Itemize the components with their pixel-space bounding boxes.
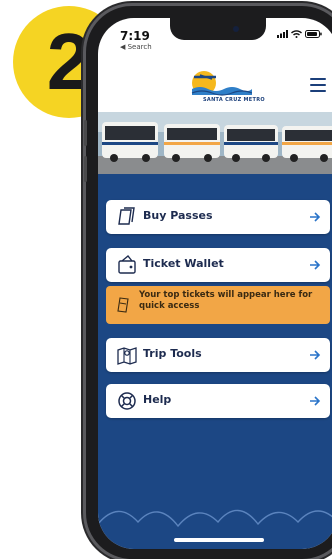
phone-side-button <box>84 156 87 182</box>
phone-notch <box>170 18 266 40</box>
help-label: Help <box>143 393 172 406</box>
home-indicator[interactable] <box>174 538 264 542</box>
wallet-icon <box>118 255 136 274</box>
map-icon <box>117 347 137 365</box>
ticket-icon <box>118 207 135 225</box>
wave-decoration <box>98 509 332 528</box>
battery-icon <box>305 30 322 38</box>
bus-fleet-photo <box>98 112 332 174</box>
ticket-wallet-label: Ticket Wallet <box>143 257 224 270</box>
help-button[interactable]: Help <box>106 384 330 418</box>
status-bar: 7:19 ◀ Search <box>98 18 332 62</box>
app-header: SANTA CRUZ METRO <box>98 62 332 112</box>
buy-passes-button[interactable]: Buy Passes <box>106 200 330 234</box>
arrow-right-icon <box>310 260 321 270</box>
arrow-right-icon <box>310 350 321 360</box>
camera-icon <box>233 26 239 32</box>
trip-tools-label: Trip Tools <box>143 347 202 360</box>
buy-passes-label: Buy Passes <box>143 209 213 222</box>
trip-tools-button[interactable]: Trip Tools <box>106 338 330 372</box>
logo-text: SANTA CRUZ METRO <box>203 97 265 103</box>
status-time: 7:19 <box>120 29 150 43</box>
arrow-right-icon <box>310 396 321 406</box>
status-icons <box>277 30 322 38</box>
wifi-icon <box>291 30 302 38</box>
arrow-right-icon <box>310 212 321 222</box>
lifebuoy-icon <box>118 392 136 410</box>
back-to-search-link[interactable]: ◀ Search <box>120 43 152 51</box>
ticket-wallet-button[interactable]: Ticket Wallet <box>106 248 330 282</box>
phone-screen: 7:19 ◀ Search SANTA CRUZ METRO Buy Passe… <box>98 18 332 549</box>
notice-text: Your top tickets will appear here for qu… <box>139 290 313 311</box>
hamburger-menu-icon[interactable] <box>310 78 326 93</box>
signal-icon <box>277 30 288 38</box>
main-menu-area: Buy Passes Ticket Wallet Your top ticket… <box>98 174 332 549</box>
phone-side-button <box>84 120 87 146</box>
top-tickets-notice: Your top tickets will appear here for qu… <box>106 286 330 324</box>
ticket-icon <box>117 297 129 313</box>
